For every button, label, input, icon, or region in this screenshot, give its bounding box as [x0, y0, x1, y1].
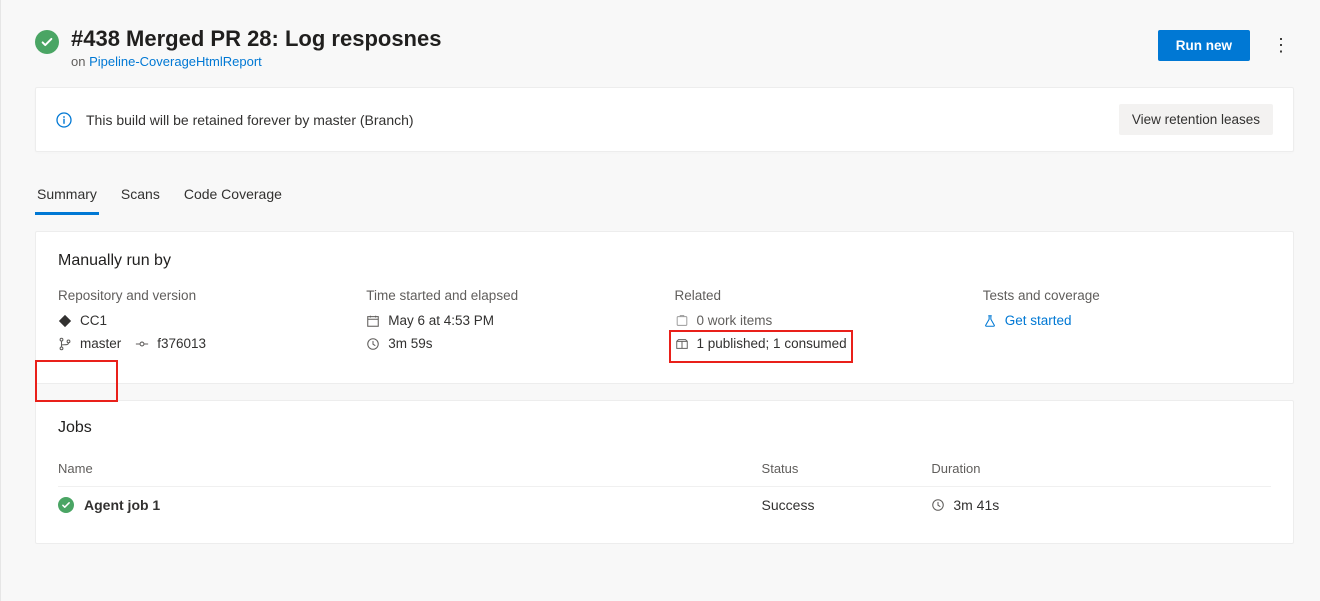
- repo-name[interactable]: CC1: [80, 313, 107, 328]
- clock-icon: [931, 498, 945, 512]
- commit-hash[interactable]: f376013: [157, 336, 206, 351]
- tab-summary[interactable]: Summary: [35, 180, 99, 215]
- jobs-heading: Jobs: [58, 419, 1271, 437]
- work-items[interactable]: 0 work items: [697, 313, 773, 328]
- related-label: Related: [675, 288, 963, 303]
- time-label: Time started and elapsed: [366, 288, 654, 303]
- time-elapsed: 3m 59s: [388, 336, 432, 351]
- table-row[interactable]: Agent job 1 Success 3m 41s: [58, 487, 1271, 523]
- retention-message: This build will be retained forever by m…: [86, 112, 414, 128]
- more-vertical-icon: [1272, 42, 1290, 49]
- tests-label: Tests and coverage: [983, 288, 1271, 303]
- jobs-col-name: Name: [58, 461, 762, 476]
- view-retention-leases-button[interactable]: View retention leases: [1119, 104, 1273, 135]
- branch-icon: [58, 337, 72, 351]
- commit-icon: [135, 337, 149, 351]
- more-actions-button[interactable]: [1264, 31, 1298, 60]
- clock-icon: [366, 337, 380, 351]
- tabs: Summary Scans Code Coverage: [35, 180, 1320, 215]
- pipeline-link[interactable]: Pipeline-CoverageHtmlReport: [89, 54, 262, 69]
- calendar-icon: [366, 314, 380, 328]
- retention-banner: This build will be retained forever by m…: [35, 87, 1294, 152]
- flask-icon: [983, 314, 997, 328]
- job-status: Success: [762, 497, 932, 513]
- jobs-col-status: Status: [762, 461, 932, 476]
- jobs-card: Jobs Name Status Duration Agent job 1 Su…: [35, 400, 1294, 544]
- highlight-artifacts: [669, 330, 853, 363]
- status-success-icon: [35, 30, 59, 54]
- job-duration: 3m 41s: [953, 497, 999, 513]
- tab-code-coverage[interactable]: Code Coverage: [182, 180, 284, 215]
- tab-scans[interactable]: Scans: [119, 180, 162, 215]
- jobs-table-header: Name Status Duration: [58, 451, 1271, 487]
- info-icon: [56, 112, 72, 128]
- repo-label: Repository and version: [58, 288, 346, 303]
- job-status-success-icon: [58, 497, 74, 513]
- summary-card: Manually run by Repository and version C…: [35, 231, 1294, 384]
- branch-name[interactable]: master: [80, 336, 121, 351]
- summary-heading: Manually run by: [58, 252, 1271, 270]
- repo-icon: [58, 314, 72, 328]
- workitem-icon: [675, 314, 689, 328]
- jobs-col-duration: Duration: [931, 461, 1271, 476]
- get-started-link[interactable]: Get started: [1005, 313, 1072, 328]
- run-new-button[interactable]: Run new: [1158, 30, 1250, 61]
- job-name: Agent job 1: [84, 497, 160, 513]
- pipeline-subtitle: on Pipeline-CoverageHtmlReport: [71, 54, 441, 69]
- time-started: May 6 at 4:53 PM: [388, 313, 494, 328]
- run-title: #438 Merged PR 28: Log resposnes: [71, 26, 441, 52]
